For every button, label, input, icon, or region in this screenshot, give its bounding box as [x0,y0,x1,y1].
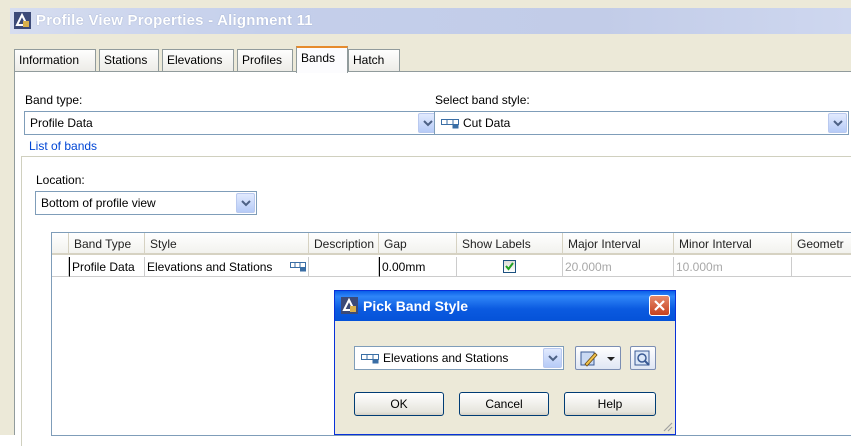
chevron-down-icon[interactable] [543,348,562,368]
pick-style-select[interactable]: Elevations and Stations [354,346,564,370]
help-button[interactable]: Help [564,392,656,416]
row-header-column [52,233,69,255]
band-style-label: Select band style: [435,93,530,107]
ok-button[interactable]: OK [354,392,444,416]
cell-gap[interactable]: 0.00mm [379,257,457,277]
profile-view-properties-window: Profile View Properties - Alignment 11 I… [0,0,851,446]
preview-icon [634,350,650,366]
band-type-select[interactable]: Profile Data [24,111,439,135]
band-type-value: Profile Data [30,116,93,130]
cell-style[interactable]: Elevations and Stations [145,257,309,277]
edit-style-button[interactable] [575,346,621,370]
location-value: Bottom of profile view [41,196,156,210]
tab-profiles[interactable]: Profiles [237,49,293,72]
chevron-down-icon [607,357,615,361]
column-header-description[interactable]: Description [309,233,379,255]
window-titlebar[interactable]: Profile View Properties - Alignment 11 [10,8,851,34]
chevron-down-icon[interactable] [236,193,255,213]
tab-strip: Information Stations Elevations Profiles… [14,46,851,73]
cell-style-text: Elevations and Stations [147,260,273,274]
show-labels-checkbox[interactable] [503,260,516,273]
cell-description[interactable] [309,257,379,277]
autocad-civil-icon [14,12,31,29]
location-select[interactable]: Bottom of profile view [35,191,257,215]
band-style-select[interactable]: Cut Data [434,111,849,135]
edit-style-icon [580,351,598,367]
column-header-show-labels[interactable]: Show Labels [457,233,563,255]
column-header-style[interactable]: Style [145,233,309,255]
checkmark-icon [505,262,514,271]
close-icon [654,300,665,311]
column-header-geometry[interactable]: Geometr [792,233,851,255]
dialog-title: Pick Band Style [363,298,469,314]
band-style-icon[interactable] [290,262,306,272]
window-title: Profile View Properties - Alignment 11 [36,12,313,29]
pick-style-value: Elevations and Stations [383,351,509,365]
resize-grip-icon[interactable] [661,420,673,432]
cancel-button[interactable]: Cancel [459,392,549,416]
tab-stations[interactable]: Stations [99,49,159,72]
band-type-label: Band type: [25,93,83,107]
dialog-titlebar[interactable]: Pick Band Style [335,291,675,321]
pick-band-style-dialog: Pick Band Style Elevations and Stations [334,290,676,435]
autocad-civil-icon [341,297,358,314]
cell-band-type[interactable]: Profile Data [69,257,145,277]
band-style-icon [441,119,459,129]
preview-style-button[interactable] [630,346,656,370]
cell-geometry[interactable] [792,257,851,277]
column-header-minor-interval[interactable]: Minor Interval [674,233,792,255]
cell-minor-interval[interactable]: 10.000m [674,257,792,277]
column-header-major-interval[interactable]: Major Interval [563,233,674,255]
cell-major-interval[interactable]: 20.000m [563,257,674,277]
tab-elevations[interactable]: Elevations [162,49,234,72]
tab-bands[interactable]: Bands [296,46,348,73]
column-header-band-type[interactable]: Band Type [69,233,145,255]
chevron-down-icon[interactable] [828,113,847,133]
cell-show-labels[interactable] [457,257,563,277]
row-selector[interactable] [52,257,69,277]
tab-hatch[interactable]: Hatch [348,49,400,72]
location-label: Location: [36,173,85,187]
close-button[interactable] [649,295,670,316]
band-style-value: Cut Data [463,116,511,130]
list-of-bands-label: List of bands [27,139,100,153]
tab-information[interactable]: Information [14,49,96,72]
column-header-gap[interactable]: Gap [379,233,457,255]
band-style-icon [361,354,379,364]
